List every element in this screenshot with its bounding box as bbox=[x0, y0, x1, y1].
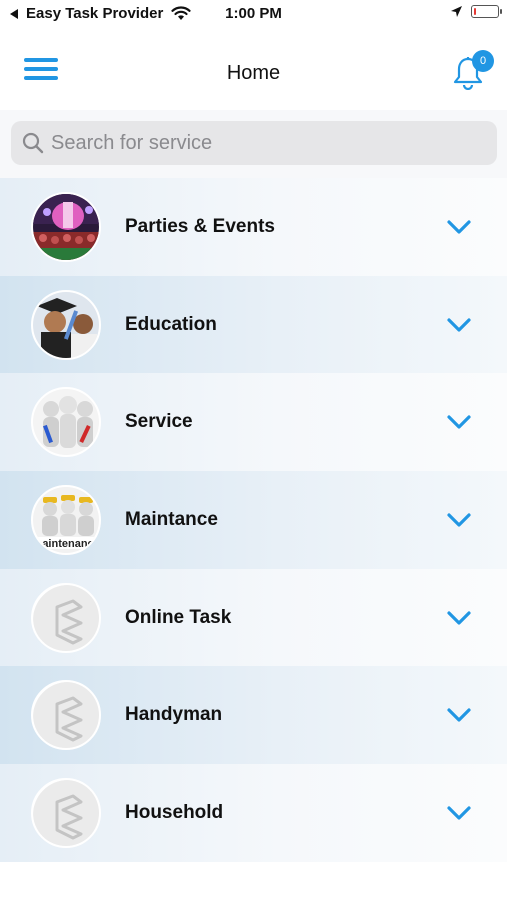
category-row-online-task[interactable]: Online Task bbox=[0, 568, 507, 667]
search-icon bbox=[22, 132, 44, 154]
chevron-down-icon[interactable] bbox=[446, 707, 472, 723]
category-row-education[interactable]: Education bbox=[0, 275, 507, 374]
svg-text:aintenanc: aintenanc bbox=[42, 538, 93, 550]
battery-icon bbox=[471, 5, 502, 18]
category-label: Household bbox=[125, 801, 224, 823]
search-box[interactable] bbox=[11, 121, 497, 165]
category-list: Parties & Events Education Service ainte… bbox=[0, 178, 507, 862]
notifications-button[interactable]: 0 bbox=[452, 50, 494, 92]
status-time: 1:00 PM bbox=[225, 5, 282, 22]
category-row-parties-events[interactable]: Parties & Events bbox=[0, 178, 507, 276]
navigation-bar: Home 0 bbox=[0, 36, 507, 108]
category-label: Parties & Events bbox=[125, 215, 275, 237]
chevron-down-icon[interactable] bbox=[446, 219, 472, 235]
category-label: Service bbox=[125, 411, 193, 433]
page-title: Home bbox=[226, 62, 281, 84]
maintenance-figures-photo: aintenanc bbox=[31, 484, 101, 555]
category-label: Handyman bbox=[125, 704, 223, 726]
chevron-down-icon[interactable] bbox=[446, 610, 472, 626]
app-logo-placeholder bbox=[31, 777, 101, 848]
party-photo bbox=[31, 191, 101, 262]
search-input[interactable] bbox=[51, 131, 481, 155]
chevron-down-icon[interactable] bbox=[446, 805, 472, 821]
category-row-household[interactable]: Household bbox=[0, 764, 507, 862]
category-label: Education bbox=[125, 313, 217, 335]
chevron-down-icon[interactable] bbox=[446, 414, 472, 430]
notification-count-badge: 0 bbox=[472, 50, 494, 72]
category-row-handyman[interactable]: Handyman bbox=[0, 666, 507, 765]
app-logo-placeholder bbox=[31, 582, 101, 653]
battery-level bbox=[473, 7, 476, 15]
chevron-down-icon[interactable] bbox=[446, 512, 472, 528]
search-bar-container bbox=[0, 110, 507, 178]
app-logo-placeholder bbox=[31, 680, 101, 751]
graduation-photo bbox=[31, 289, 101, 360]
category-label: Maintance bbox=[125, 508, 218, 530]
service-figures-photo bbox=[31, 387, 101, 458]
location-arrow-icon bbox=[451, 6, 462, 17]
category-row-service[interactable]: Service bbox=[0, 373, 507, 472]
chevron-down-icon[interactable] bbox=[446, 317, 472, 333]
category-row-maintance[interactable]: aintenanc Maintance bbox=[0, 471, 507, 569]
category-label: Online Task bbox=[125, 606, 232, 628]
status-bar: Easy Task Provider 1:00 PM bbox=[0, 0, 507, 30]
